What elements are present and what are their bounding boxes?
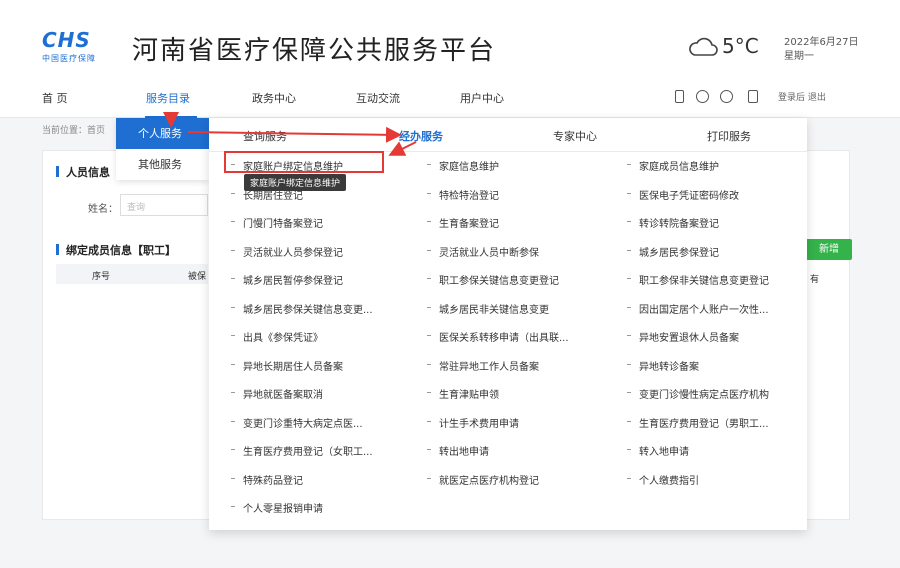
service-item[interactable]: 特检特治登记	[427, 187, 613, 202]
service-item[interactable]: 个人缴费指引	[627, 472, 813, 487]
service-item[interactable]: 计生手术费用申请	[427, 415, 613, 430]
service-item[interactable]: 生育医疗费用登记（男职工...	[627, 415, 813, 430]
service-item[interactable]: 因出国定居个人账户一次性...	[627, 301, 813, 316]
weekday: 星期一	[784, 51, 814, 62]
chs-logo[interactable]: CHS 中国医疗保障	[42, 30, 114, 64]
site-header: CHS 中国医疗保障 河南省医疗保障公共服务平台 5°C 2022年6月27日 …	[0, 0, 900, 80]
nav-user-center[interactable]: 用户中心	[460, 90, 504, 106]
service-item[interactable]: 门慢门特备案登记	[231, 215, 417, 230]
service-item[interactable]: 常驻异地工作人员备案	[427, 358, 613, 373]
service-item[interactable]: 灵活就业人员参保登记	[231, 244, 417, 259]
main-nav	[0, 80, 900, 118]
service-item[interactable]: 生育医疗费用登记（女职工...	[231, 443, 417, 458]
members-table-header: 序号 被保	[56, 264, 208, 284]
tab-query-service[interactable]: 查询服务	[243, 128, 287, 144]
service-item[interactable]: 转诊转院备案登记	[627, 215, 813, 230]
nav-service-catalog[interactable]: 服务目录	[146, 90, 190, 106]
service-item[interactable]: 医保关系转移申请（出具联...	[427, 329, 613, 344]
service-item[interactable]: 灵活就业人员中断参保	[427, 244, 613, 259]
wechat-icon[interactable]	[696, 90, 709, 103]
nav-gov-center[interactable]: 政务中心	[252, 90, 296, 106]
service-item[interactable]: 转入地申请	[627, 443, 813, 458]
name-input[interactable]: 查询	[120, 194, 208, 216]
service-item[interactable]: 生育津贴申领	[427, 386, 613, 401]
tab-print-service[interactable]: 打印服务	[707, 128, 751, 144]
service-item[interactable]: 城乡居民暂停参保登记	[231, 272, 417, 287]
service-item[interactable]: 特殊药品登记	[231, 472, 417, 487]
date-display: 2022年6月27日 星期一	[784, 36, 859, 64]
service-item[interactable]: 转出地申请	[427, 443, 613, 458]
service-item[interactable]: 家庭信息维护	[427, 158, 613, 173]
service-item[interactable]: 就医定点医疗机构登记	[427, 472, 613, 487]
mega-menu-tabs: 查询服务 经办服务 专家中心 打印服务	[209, 118, 807, 152]
nav-home[interactable]: 首 页	[42, 90, 68, 106]
service-item[interactable]: 城乡居民参保登记	[627, 244, 813, 259]
service-category-menu: 个人服务 其他服务	[116, 118, 209, 180]
site-title: 河南省医疗保障公共服务平台	[132, 36, 497, 66]
mobile-icon[interactable]	[675, 90, 684, 103]
service-item[interactable]: 变更门诊重特大病定点医...	[231, 415, 417, 430]
service-item[interactable]: 个人零星报销申请	[231, 500, 417, 515]
logo-mark: CHS	[42, 28, 91, 52]
logo-subtitle: 中国医疗保障	[42, 54, 96, 63]
service-item[interactable]: 城乡居民参保关键信息变更...	[231, 301, 417, 316]
tab-handling-service[interactable]: 经办服务	[399, 128, 443, 144]
service-item[interactable]: 变更门诊慢性病定点医疗机构	[627, 386, 813, 401]
service-item[interactable]: 职工参保非关键信息变更登记	[627, 272, 813, 287]
breadcrumb: 当前位置：首页	[42, 126, 106, 136]
service-item[interactable]: 异地长期居住人员备案	[231, 358, 417, 373]
service-item[interactable]: 职工参保关键信息变更登记	[427, 272, 613, 287]
tooltip: 家庭账户绑定信息维护	[244, 174, 347, 191]
cloud-icon	[689, 37, 718, 56]
temperature: 5°C	[722, 34, 759, 58]
highlight-box	[224, 151, 384, 173]
date: 2022年6月27日	[784, 37, 859, 48]
nav-interaction[interactable]: 互动交流	[356, 90, 400, 106]
section-title-bound-members: 绑定成员信息【职工】	[56, 242, 176, 258]
service-item[interactable]: 生育备案登记	[427, 215, 613, 230]
section-title-person-info: 人员信息	[56, 164, 110, 180]
accessibility-icon[interactable]	[720, 90, 733, 103]
name-label: 姓名：	[88, 204, 118, 215]
menu-personal-service[interactable]: 个人服务	[116, 118, 209, 149]
tablet-icon[interactable]	[748, 90, 758, 103]
service-item[interactable]: 异地转诊备案	[627, 358, 813, 373]
service-item[interactable]: 医保电子凭证密码修改	[627, 187, 813, 202]
service-item[interactable]: 异地安置退休人员备案	[627, 329, 813, 344]
menu-other-service[interactable]: 其他服务	[116, 149, 209, 180]
weather-widget: 5°C	[688, 34, 759, 58]
table-col-insured: 被保	[188, 272, 207, 282]
service-item[interactable]: 城乡居民非关键信息变更	[427, 301, 613, 316]
service-item[interactable]: 异地就医备案取消	[231, 386, 417, 401]
table-col-index: 序号	[92, 272, 111, 282]
tab-expert-center[interactable]: 专家中心	[553, 128, 597, 144]
service-item[interactable]: 出具《参保凭证》	[231, 329, 417, 344]
login-logout-links[interactable]: 登录后 退出	[778, 90, 826, 103]
service-item[interactable]: 家庭成员信息维护	[627, 158, 813, 173]
